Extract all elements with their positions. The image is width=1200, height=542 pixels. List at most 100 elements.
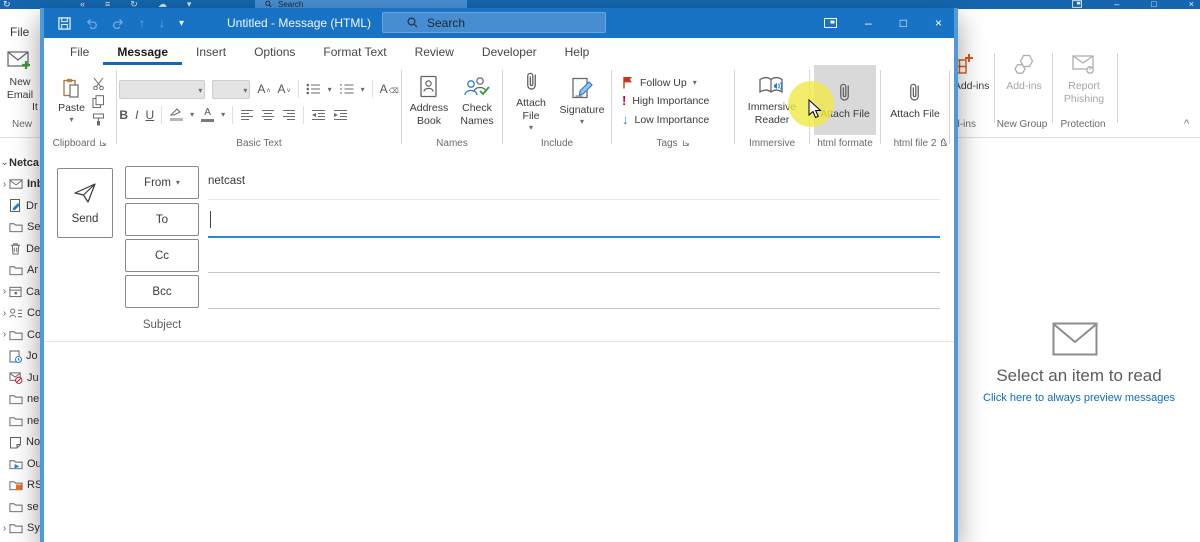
font-size-select[interactable]: ▾ <box>212 79 251 99</box>
report-phishing-button[interactable]: Report Phishing <box>1055 52 1113 105</box>
maximize-button[interactable]: □ <box>1151 0 1156 9</box>
popout-icon[interactable] <box>1072 0 1083 8</box>
sidebar-item-junk[interactable]: Ju <box>0 367 40 389</box>
addins-button[interactable]: Add-ins <box>1000 52 1048 93</box>
tab-file[interactable]: File <box>56 40 103 65</box>
cc-button[interactable]: Cc <box>125 239 199 272</box>
bullets-icon[interactable] <box>306 83 321 95</box>
chevron-right-icon[interactable]: › <box>0 523 9 534</box>
popout-icon[interactable] <box>824 18 838 28</box>
tab-review[interactable]: Review <box>401 40 468 65</box>
increase-indent-icon[interactable] <box>333 109 348 120</box>
from-button[interactable]: From ▾ <box>125 166 199 199</box>
tab-message[interactable]: Message <box>103 40 183 65</box>
bcc-input[interactable] <box>208 278 940 306</box>
chevron-right-icon[interactable]: › <box>0 308 9 319</box>
address-book-button[interactable]: Address Book <box>406 73 452 130</box>
sidebar-item-folder[interactable]: ne <box>0 389 40 411</box>
minimize-button[interactable]: – <box>865 16 872 30</box>
redo-icon[interactable] <box>112 17 125 29</box>
new-email-button[interactable]: New Email <box>2 50 38 101</box>
move-up-icon[interactable]: ↑ <box>139 16 145 30</box>
chevron-right-icon[interactable]: › <box>0 179 9 190</box>
sidebar-item-calendar[interactable]: › Ca <box>0 281 40 303</box>
message-body-input[interactable] <box>44 342 954 542</box>
sidebar-item-folder[interactable]: › Co <box>0 324 40 346</box>
bold-button[interactable]: B <box>119 109 128 121</box>
close-button[interactable]: × <box>1189 0 1194 9</box>
to-button[interactable]: To <box>125 203 199 236</box>
tab-help[interactable]: Help <box>551 40 604 65</box>
attach-file-html-file-2-button[interactable]: Attach File <box>887 79 943 123</box>
dialog-launcher-icon[interactable] <box>682 139 690 147</box>
send-button[interactable]: Send <box>57 168 113 238</box>
attach-file-button[interactable]: Attach File ▾ <box>508 68 554 135</box>
customize-toolbar-icon[interactable]: ▾ <box>179 18 184 29</box>
format-painter-icon[interactable] <box>92 113 105 126</box>
align-right-icon[interactable] <box>282 109 296 120</box>
grow-font-button[interactable]: A˄ <box>257 83 270 95</box>
numbering-icon[interactable] <box>339 83 354 95</box>
signature-button[interactable]: Signature ▾ <box>558 75 606 129</box>
check-names-button[interactable]: Check Names <box>456 73 498 130</box>
sidebar-item-search-folders[interactable]: se <box>0 496 40 518</box>
collapse-ribbon-icon[interactable]: ^ <box>1184 118 1189 130</box>
high-importance-button[interactable]: ! High Importance <box>622 93 709 108</box>
close-button[interactable]: × <box>935 16 942 30</box>
tab-format-text[interactable]: Format Text <box>309 40 400 65</box>
align-left-icon[interactable] <box>240 109 254 120</box>
italic-button[interactable]: I <box>135 109 138 121</box>
undo-icon[interactable] <box>85 17 98 29</box>
sidebar-item-account[interactable]: ⌄ Netca <box>0 152 40 174</box>
chevron-right-icon[interactable]: › <box>0 329 9 340</box>
shrink-font-button[interactable]: A˅ <box>278 83 291 95</box>
tab-options[interactable]: Options <box>240 40 309 65</box>
cc-input[interactable] <box>208 242 940 270</box>
sidebar-item-deleted[interactable]: De <box>0 238 40 260</box>
cut-icon[interactable] <box>92 77 105 90</box>
chevron-down-icon[interactable]: ⌄ <box>0 157 9 168</box>
sidebar-item-sent[interactable]: Se <box>0 217 40 239</box>
paste-button[interactable]: Paste ▾ <box>55 76 88 127</box>
save-icon[interactable] <box>58 16 71 30</box>
sidebar-item-inbox[interactable]: › Inb <box>0 174 40 196</box>
sidebar-item-rss[interactable]: RS <box>0 475 40 497</box>
maximize-button[interactable]: □ <box>900 16 907 30</box>
subject-input[interactable] <box>208 313 940 341</box>
align-center-icon[interactable] <box>261 109 275 120</box>
preview-messages-link[interactable]: Click here to always preview messages <box>958 392 1200 404</box>
chevron-down-icon[interactable]: ▾ <box>190 110 194 119</box>
to-input[interactable] <box>208 206 940 234</box>
tab-developer[interactable]: Developer <box>468 40 551 65</box>
sidebar-item-notes[interactable]: No <box>0 432 40 454</box>
main-file-tab[interactable]: File <box>10 25 29 39</box>
sidebar-item-folder[interactable]: ne <box>0 410 40 432</box>
from-field-value[interactable]: netcast <box>208 175 245 187</box>
chevron-down-icon[interactable]: ▾ <box>361 85 365 94</box>
font-color-button[interactable]: A <box>201 107 215 122</box>
sidebar-item-sync[interactable]: › Sy <box>0 518 40 540</box>
sidebar-item-archive[interactable]: Ar <box>0 260 40 282</box>
new-items-label-fragment[interactable]: It <box>32 101 38 113</box>
chevron-down-icon[interactable]: ▾ <box>221 110 225 119</box>
follow-up-button[interactable]: Follow Up ▾ <box>622 76 709 89</box>
sidebar-item-drafts[interactable]: Dr <box>0 195 40 217</box>
collapse-ribbon-icon[interactable]: ^ <box>941 137 946 149</box>
bcc-button[interactable]: Bcc <box>125 275 199 308</box>
move-down-icon[interactable]: ↓ <box>159 16 165 30</box>
sync-icon[interactable]: ↻ <box>3 0 11 9</box>
sidebar-item-journal[interactable]: Jo <box>0 346 40 368</box>
low-importance-button[interactable]: ↓ Low Importance <box>622 112 709 127</box>
chevron-down-icon[interactable]: ▾ <box>328 85 332 94</box>
sidebar-item-outbox[interactable]: Ou <box>0 453 40 475</box>
text-highlight-button[interactable] <box>169 108 183 121</box>
underline-button[interactable]: U <box>145 109 154 121</box>
decrease-indent-icon[interactable] <box>311 109 326 120</box>
minimize-button[interactable]: – <box>1114 0 1119 9</box>
sidebar-item-contacts[interactable]: › Co <box>0 303 40 325</box>
compose-search-input[interactable]: Search <box>382 12 606 33</box>
font-family-select[interactable]: ▾ <box>119 79 206 99</box>
dialog-launcher-icon[interactable] <box>99 139 107 147</box>
clear-formatting-button[interactable]: A⌫ <box>380 83 399 95</box>
tab-insert[interactable]: Insert <box>182 40 240 65</box>
